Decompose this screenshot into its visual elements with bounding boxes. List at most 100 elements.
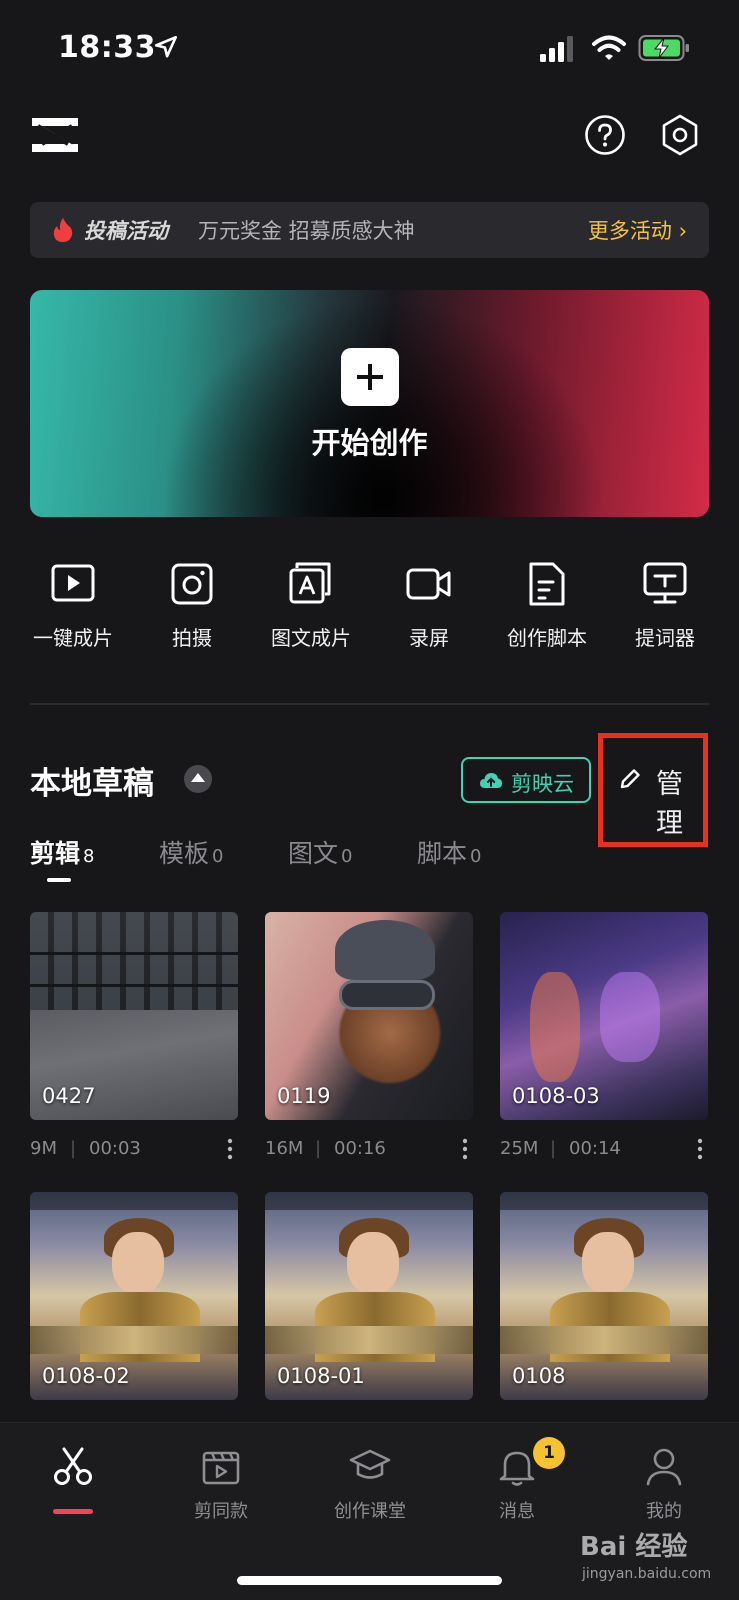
draft-meta: 9M | 00:03	[30, 1134, 238, 1174]
keyboard-row	[30, 984, 238, 987]
draft-name: 0108-02	[42, 1364, 130, 1388]
tool-label: 拍摄	[172, 626, 212, 650]
draft-card[interactable]: 0108	[500, 1192, 708, 1400]
thumb-topbar	[500, 1192, 708, 1210]
tab-label: 剪辑	[30, 839, 81, 868]
cloud-button[interactable]: 剪映云	[461, 757, 591, 803]
watermark-main: Bai 经验	[580, 1532, 688, 1562]
local-drafts-title: 本地草稿	[30, 766, 154, 802]
more-activities-link[interactable]: 更多活动 ›	[588, 215, 687, 245]
wifi-icon	[592, 35, 626, 60]
play-icon	[51, 564, 95, 602]
draft-thumbnail: 0108-03	[500, 912, 708, 1120]
section-divider	[30, 703, 709, 705]
tab-script[interactable]: 脚本 0	[417, 834, 481, 870]
thumb-face	[112, 1232, 164, 1294]
draft-name: 0108	[512, 1364, 566, 1388]
thumb-goggles	[339, 980, 435, 1010]
watermark-sub: jingyan.baidu.com	[582, 1566, 712, 1582]
tool-shoot[interactable]: 拍摄	[133, 560, 251, 651]
thumb-topbar	[30, 1192, 238, 1210]
nav-label: 我的	[646, 1501, 682, 1522]
promo-text: 万元奖金 招募质感大神	[198, 219, 415, 243]
draft-thumbnail: 0108	[500, 1192, 708, 1400]
draft-card[interactable]: 0108-02	[30, 1192, 238, 1400]
status-bar: 18:33	[0, 0, 739, 100]
tool-screen-record[interactable]: 录屏	[370, 560, 488, 651]
home-indicator[interactable]	[237, 1576, 502, 1585]
tool-text-to-video[interactable]: 图文成片	[252, 560, 370, 651]
thumb-figure	[530, 972, 580, 1082]
start-creating-button[interactable]: 开始创作	[30, 290, 709, 517]
baidu-watermark: Bai 经验 jingyan.baidu.com	[580, 1526, 730, 1592]
tool-teleprompter[interactable]: 提词器	[606, 560, 724, 651]
draft-name: 0119	[277, 1084, 331, 1108]
scissors-icon	[54, 1447, 92, 1485]
settings-icon[interactable]	[660, 113, 700, 157]
tab-count: 0	[470, 846, 482, 867]
tab-count: 0	[341, 846, 353, 867]
tab-edit[interactable]: 剪辑 8	[30, 834, 94, 870]
tab-image-text[interactable]: 图文 0	[288, 834, 352, 870]
signal-icon	[540, 36, 573, 62]
nav-active-indicator	[53, 1509, 93, 1514]
draft-size: 25M	[500, 1138, 539, 1159]
tab-label: 图文	[288, 839, 339, 868]
cloud-label: 剪映云	[511, 772, 574, 796]
draft-thumbnail: 0108-02	[30, 1192, 238, 1400]
tool-label: 一键成片	[33, 626, 113, 650]
tab-count: 0	[212, 846, 224, 867]
draft-tabs: 剪辑 8 模板 0 图文 0 脚本 0	[0, 834, 739, 890]
tool-label: 创作脚本	[507, 626, 587, 650]
nav-label: 剪同款	[194, 1501, 248, 1522]
draft-card[interactable]: 0108-03 25M | 00:14	[500, 912, 708, 1174]
draft-size: 16M	[265, 1138, 304, 1159]
tool-label: 提词器	[635, 626, 695, 650]
template-icon	[202, 1451, 240, 1485]
nav-label: 创作课堂	[334, 1501, 406, 1522]
promo-banner[interactable]: 投稿活动 万元奖金 招募质感大神 更多活动 ›	[30, 202, 709, 258]
start-creating-label: 开始创作	[311, 426, 428, 460]
tool-one-click-video[interactable]: 一键成片	[14, 560, 132, 651]
tab-template[interactable]: 模板 0	[159, 834, 223, 870]
nav-edit[interactable]	[13, 1445, 133, 1497]
tab-label: 模板	[159, 839, 210, 868]
more-options-icon[interactable]	[696, 1138, 704, 1160]
tool-creative-script[interactable]: 创作脚本	[488, 560, 606, 651]
draft-size: 9M	[30, 1138, 57, 1159]
profile-icon	[646, 1448, 682, 1486]
nav-messages[interactable]: 消息 1	[457, 1437, 577, 1523]
plus-icon	[341, 348, 399, 406]
draft-card[interactable]: 0427 9M | 00:03	[30, 912, 238, 1174]
draft-card[interactable]: 0108-01	[265, 1192, 473, 1400]
promo-tag: 投稿活动	[84, 219, 168, 243]
nav-templates[interactable]: 剪同款	[161, 1445, 281, 1523]
draft-thumbnail: 0427	[30, 912, 238, 1120]
draft-name: 0427	[42, 1084, 96, 1108]
more-options-icon[interactable]	[461, 1138, 469, 1160]
battery-charging-icon	[638, 35, 689, 61]
draft-name: 0108-01	[277, 1364, 365, 1388]
tab-label: 脚本	[417, 839, 468, 868]
thumb-glow	[600, 972, 660, 1062]
draft-card[interactable]: 0119 16M | 00:16	[265, 912, 473, 1174]
nav-label: 消息	[499, 1501, 535, 1522]
collapse-toggle-icon[interactable]	[184, 765, 212, 793]
graduation-cap-icon	[349, 1449, 391, 1479]
draft-name: 0108-03	[512, 1084, 600, 1108]
thumb-face	[347, 1232, 399, 1294]
help-icon[interactable]	[584, 114, 626, 156]
capcut-logo-icon	[32, 118, 78, 152]
meta-separator: |	[70, 1138, 77, 1159]
meta-separator: |	[315, 1138, 322, 1159]
more-options-icon[interactable]	[226, 1138, 234, 1160]
thumb-menu-bar	[30, 1326, 238, 1354]
manage-button[interactable]: 管理	[618, 758, 708, 839]
script-icon	[529, 562, 565, 606]
bell-icon	[499, 1451, 535, 1486]
location-arrow-icon	[154, 35, 178, 58]
nav-profile[interactable]: 我的	[604, 1445, 724, 1523]
draft-thumbnail: 0108-01	[265, 1192, 473, 1400]
nav-courses[interactable]: 创作课堂	[310, 1445, 430, 1523]
status-time: 18:33	[58, 30, 156, 65]
